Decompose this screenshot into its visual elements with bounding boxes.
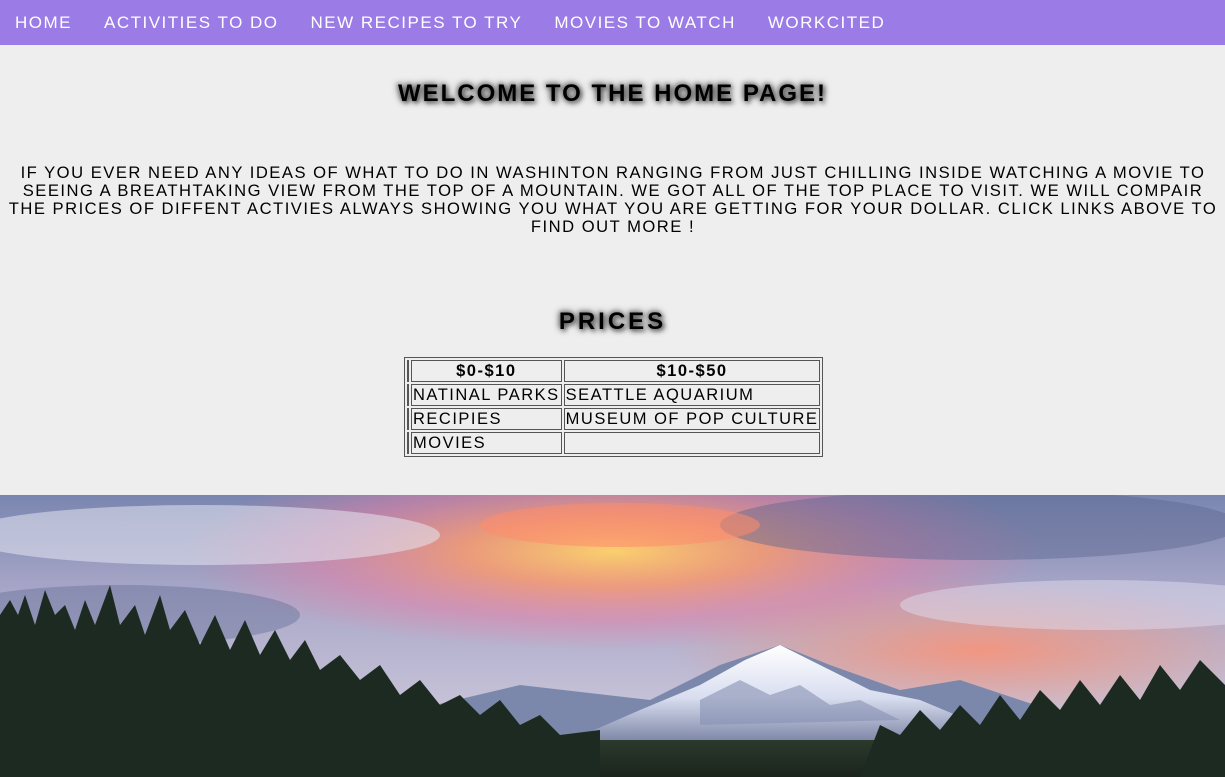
intro-paragraph: IF YOU EVER NEED ANY IDEAS OF WHAT TO DO…: [8, 163, 1218, 236]
table-cell: [563, 432, 821, 454]
table-spacer-cell: [407, 432, 409, 454]
prices-table: $0-$10 $10-$50 NATINAL PARKS SEATTLE AQU…: [404, 357, 824, 457]
table-cell: MOVIES: [411, 432, 562, 454]
table-row: NATINAL PARKS SEATTLE AQUARIUM: [407, 384, 821, 406]
table-cell: SEATTLE AQUARIUM: [563, 384, 821, 406]
nav-link-recipes[interactable]: NEW RECIPES TO TRY: [311, 13, 523, 33]
table-spacer-cell: [407, 408, 409, 430]
nav-link-workcited[interactable]: WORKCITED: [768, 13, 885, 33]
prices-heading: PRICES: [558, 308, 667, 335]
table-header-moderate: $10-$50: [563, 360, 821, 382]
mountain-landscape-illustration: [0, 495, 1225, 777]
table-row: MOVIES: [407, 432, 821, 454]
table-row: RECIPIES MUSEUM OF POP CULTURE: [407, 408, 821, 430]
nav-link-activities[interactable]: ACTIVITIES TO DO: [104, 13, 279, 33]
table-cell: MUSEUM OF POP CULTURE: [563, 408, 821, 430]
table-cell: NATINAL PARKS: [411, 384, 562, 406]
hero-mountain-image: [0, 495, 1225, 777]
table-spacer-cell: [407, 384, 409, 406]
table-header-cheap: $0-$10: [411, 360, 562, 382]
nav-link-home[interactable]: HOME: [15, 13, 72, 33]
table-spacer-cell: [407, 360, 409, 382]
page-title: WELCOME TO THE HOME PAGE!: [397, 80, 828, 107]
table-header-row: $0-$10 $10-$50: [407, 360, 821, 382]
top-navigation-bar: HOME ACTIVITIES TO DO NEW RECIPES TO TRY…: [0, 0, 1225, 45]
nav-link-movies[interactable]: MOVIES TO WATCH: [554, 13, 736, 33]
table-cell: RECIPIES: [411, 408, 562, 430]
